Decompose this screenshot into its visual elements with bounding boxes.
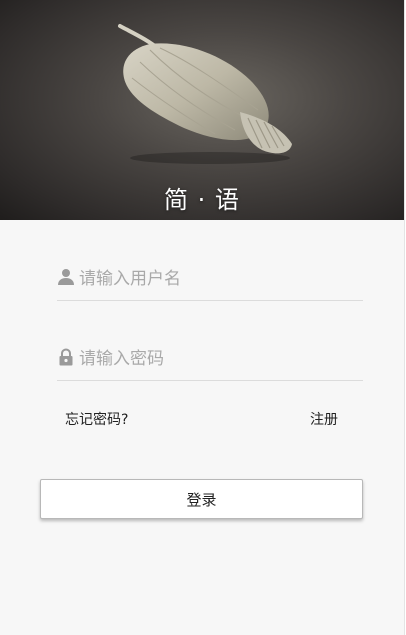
user-icon [57, 268, 75, 286]
username-input[interactable] [79, 260, 359, 298]
login-button[interactable]: 登录 [40, 479, 363, 519]
login-screen: 简 · 语 忘记密码? 注册 登录 [0, 0, 405, 635]
forgot-password-link[interactable]: 忘记密码? [65, 409, 128, 429]
username-field[interactable] [57, 260, 363, 301]
lock-icon [57, 348, 75, 366]
password-field[interactable] [57, 340, 363, 381]
register-link[interactable]: 注册 [310, 409, 338, 429]
app-title: 简 · 语 [164, 186, 240, 214]
header-banner: 简 · 语 [0, 0, 404, 220]
password-input[interactable] [79, 340, 359, 378]
